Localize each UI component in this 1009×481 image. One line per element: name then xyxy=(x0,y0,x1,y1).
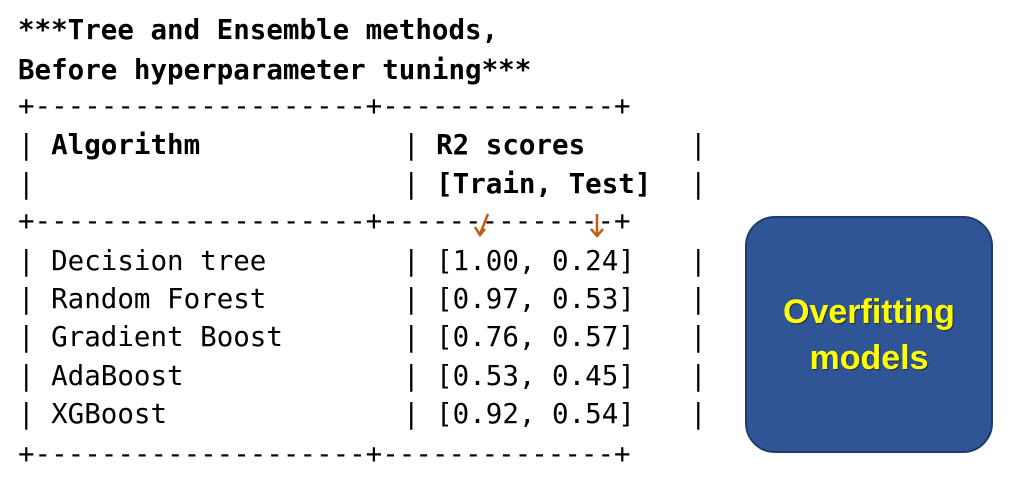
scores-cell: [0.92, 0.54] xyxy=(436,398,635,430)
pipe: | xyxy=(403,398,437,430)
table-row: | AdaBoost | [0.53, 0.45] | xyxy=(18,360,707,392)
table-row: | Gradient Boost | [0.76, 0.57] | xyxy=(18,321,707,353)
pipe: | xyxy=(403,129,437,161)
pipe: | xyxy=(403,168,437,200)
pipe: | xyxy=(690,398,707,430)
callout-text: Overfitting models xyxy=(783,289,955,381)
table-row: | Decision tree | [1.00, 0.24] | xyxy=(18,245,707,277)
table-border-bottom: +--------------------+--------------+ xyxy=(18,438,631,470)
pipe: | xyxy=(403,360,437,392)
title-line-1: ***Tree and Ensemble methods, xyxy=(18,14,499,46)
scores-cell: [1.00, 0.24] xyxy=(436,245,635,277)
table-header-row: | Algorithm | R2 scores | xyxy=(18,129,707,161)
table-border-mid: +--------------------+--------------+ xyxy=(18,205,631,237)
pipe: | xyxy=(18,129,52,161)
table-row: | Random Forest | [0.97, 0.53] | xyxy=(18,283,707,315)
title-line-2: Before hyperparameter tuning*** xyxy=(18,54,532,86)
pipe: | xyxy=(690,283,707,315)
pipe: | xyxy=(690,168,707,200)
overfitting-callout: Overfitting models xyxy=(745,216,993,453)
pipe: | xyxy=(690,245,707,277)
pipe: | xyxy=(690,360,707,392)
scores-cell: [0.97, 0.53] xyxy=(436,283,635,315)
pipe: | xyxy=(403,321,437,353)
scores-cell: [0.76, 0.57] xyxy=(436,321,635,353)
table-border-top: +--------------------+--------------+ xyxy=(18,90,631,122)
down-arrow-icon xyxy=(473,213,490,238)
algorithm-cell: XGBoost xyxy=(51,398,168,430)
table-row: | XGBoost | [0.92, 0.54] | xyxy=(18,398,707,430)
algorithm-cell: Gradient Boost xyxy=(51,321,283,353)
pipe: | xyxy=(18,321,52,353)
pipe: | xyxy=(18,398,52,430)
pipe: | xyxy=(18,168,35,200)
pipe: | xyxy=(690,321,707,353)
pipe: | xyxy=(18,283,52,315)
pipe: | xyxy=(18,360,52,392)
table-header-row-2: | | [Train, Test] | xyxy=(18,168,707,200)
algorithm-cell: AdaBoost xyxy=(51,360,184,392)
scores-cell: [0.53, 0.45] xyxy=(436,360,635,392)
pipe: | xyxy=(690,129,707,161)
algorithm-cell: Decision tree xyxy=(51,245,267,277)
pipe: | xyxy=(18,245,52,277)
header-scores-line-2: [Train, Test] xyxy=(436,168,652,200)
down-arrow-icon xyxy=(590,214,604,238)
header-scores-line-1: R2 scores xyxy=(436,129,586,161)
callout-line-1: Overfitting xyxy=(783,292,955,331)
header-algorithm: Algorithm xyxy=(51,129,201,161)
algorithm-cell: Random Forest xyxy=(51,283,267,315)
pipe: | xyxy=(403,283,437,315)
pipe: | xyxy=(403,245,437,277)
callout-line-2: models xyxy=(809,338,929,377)
